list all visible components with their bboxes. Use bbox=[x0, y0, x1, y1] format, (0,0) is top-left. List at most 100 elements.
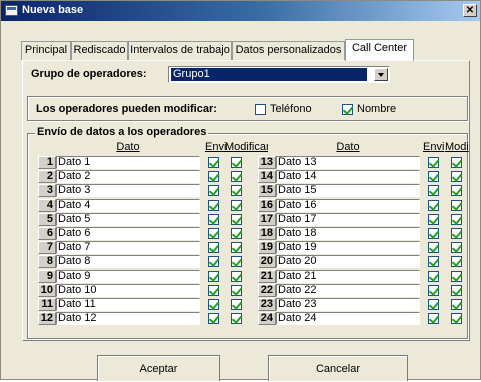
modificar-checkbox[interactable] bbox=[451, 228, 462, 239]
dato-field[interactable]: Dato 5 bbox=[56, 212, 200, 226]
row-number: 2 bbox=[38, 170, 56, 184]
modificar-checkbox[interactable] bbox=[231, 299, 242, 310]
modificar-checkbox[interactable] bbox=[451, 284, 462, 296]
modificar-checkbox[interactable] bbox=[451, 313, 462, 325]
dato-field[interactable]: Dato 20 bbox=[276, 255, 420, 269]
envio-checkbox[interactable] bbox=[208, 171, 219, 183]
dato-field[interactable]: Dato 9 bbox=[56, 269, 200, 283]
dato-field[interactable]: Dato 11 bbox=[56, 298, 200, 311]
tab-intervalos-de-trabajo[interactable]: Intervalos de trabajo bbox=[128, 41, 232, 60]
grupo-select-value: Grupo1 bbox=[171, 68, 367, 81]
tab-principal[interactable]: Principal bbox=[21, 41, 71, 60]
modificar-checkbox[interactable] bbox=[231, 157, 242, 168]
dato-field[interactable]: Dato 15 bbox=[276, 184, 420, 198]
modificar-checkbox[interactable] bbox=[451, 171, 462, 183]
envio-checkbox[interactable] bbox=[428, 299, 439, 310]
chevron-down-icon[interactable] bbox=[374, 68, 388, 81]
envio-checkbox[interactable] bbox=[428, 313, 439, 325]
envio-checkbox[interactable] bbox=[208, 270, 219, 282]
telefono-checkbox[interactable] bbox=[255, 104, 266, 115]
modificar-checkbox[interactable] bbox=[231, 171, 242, 183]
envio-checkbox[interactable] bbox=[428, 157, 439, 168]
nombre-label: Nombre bbox=[357, 103, 397, 115]
envio-checkbox[interactable] bbox=[208, 157, 219, 168]
modificar-checkbox[interactable] bbox=[451, 270, 462, 282]
row-number: 20 bbox=[258, 255, 276, 269]
modificar-checkbox[interactable] bbox=[451, 256, 462, 268]
dato-field[interactable]: Dato 13 bbox=[276, 156, 420, 169]
envio-checkbox[interactable] bbox=[208, 299, 219, 310]
envio-checkbox[interactable] bbox=[208, 256, 219, 268]
modificar-checkbox[interactable] bbox=[231, 313, 242, 325]
dato-field[interactable]: Dato 18 bbox=[276, 227, 420, 240]
dato-field[interactable]: Dato 7 bbox=[56, 241, 200, 255]
nombre-checkbox[interactable] bbox=[342, 104, 353, 115]
aceptar-button[interactable]: Aceptar bbox=[97, 355, 220, 381]
dato-field[interactable]: Dato 21 bbox=[276, 269, 420, 283]
dato-field[interactable]: Dato 4 bbox=[56, 198, 200, 212]
envio-checkbox[interactable] bbox=[428, 171, 439, 183]
row-number: 1 bbox=[38, 156, 56, 169]
close-button[interactable]: ✕ bbox=[463, 4, 477, 17]
tab-datos-personalizados[interactable]: Datos personalizados bbox=[232, 41, 345, 60]
envio-checkbox[interactable] bbox=[428, 284, 439, 296]
envio-checkbox[interactable] bbox=[428, 185, 439, 197]
table-row: 14 Dato 14 bbox=[258, 170, 474, 184]
dato-field[interactable]: Dato 12 bbox=[56, 312, 200, 326]
dato-field[interactable]: Dato 1 bbox=[56, 156, 200, 169]
table-row: 6 Dato 6 bbox=[38, 227, 254, 240]
envio-checkbox[interactable] bbox=[428, 256, 439, 268]
dato-field[interactable]: Dato 10 bbox=[56, 283, 200, 297]
envio-checkbox[interactable] bbox=[428, 199, 439, 211]
tab-rediscado[interactable]: Rediscado bbox=[71, 41, 128, 60]
modificar-checkbox[interactable] bbox=[231, 185, 242, 197]
envio-checkbox[interactable] bbox=[208, 242, 219, 254]
row-number: 23 bbox=[258, 298, 276, 311]
grupo-select[interactable]: Grupo1 bbox=[168, 66, 390, 83]
modificar-checkbox[interactable] bbox=[451, 199, 462, 211]
dato-field[interactable]: Dato 23 bbox=[276, 298, 420, 311]
app-icon bbox=[5, 5, 18, 16]
modificar-checkbox[interactable] bbox=[231, 270, 242, 282]
dato-field[interactable]: Dato 22 bbox=[276, 283, 420, 297]
envio-checkbox[interactable] bbox=[208, 284, 219, 296]
dato-field[interactable]: Dato 16 bbox=[276, 198, 420, 212]
modificar-checkbox[interactable] bbox=[451, 242, 462, 254]
modificar-checkbox[interactable] bbox=[231, 242, 242, 254]
table-row: 12 Dato 12 bbox=[38, 312, 254, 326]
modificar-checkbox[interactable] bbox=[231, 199, 242, 211]
table-row: 8 Dato 8 bbox=[38, 255, 254, 269]
modificar-checkbox[interactable] bbox=[231, 228, 242, 239]
modificar-checkbox[interactable] bbox=[451, 213, 462, 225]
dato-field[interactable]: Dato 19 bbox=[276, 241, 420, 255]
envio-checkbox[interactable] bbox=[428, 270, 439, 282]
cancelar-button[interactable]: Cancelar bbox=[268, 355, 408, 381]
row-number: 15 bbox=[258, 184, 276, 198]
modificar-checkbox[interactable] bbox=[231, 284, 242, 296]
modificar-checkbox[interactable] bbox=[231, 213, 242, 225]
modificar-checkbox[interactable] bbox=[451, 299, 462, 310]
dato-field[interactable]: Dato 24 bbox=[276, 312, 420, 326]
table-row: 17 Dato 17 bbox=[258, 212, 474, 226]
dato-field[interactable]: Dato 8 bbox=[56, 255, 200, 269]
dato-field[interactable]: Dato 17 bbox=[276, 212, 420, 226]
dato-field[interactable]: Dato 14 bbox=[276, 170, 420, 184]
envio-checkbox[interactable] bbox=[428, 213, 439, 225]
row-number: 18 bbox=[258, 227, 276, 240]
modificar-checkbox[interactable] bbox=[231, 256, 242, 268]
modificar-checkbox[interactable] bbox=[451, 157, 462, 168]
envio-checkbox[interactable] bbox=[428, 242, 439, 254]
envio-checkbox[interactable] bbox=[208, 213, 219, 225]
envio-checkbox[interactable] bbox=[208, 228, 219, 239]
tab-call-center[interactable]: Call Center bbox=[345, 39, 414, 61]
dato-field[interactable]: Dato 6 bbox=[56, 227, 200, 240]
envio-checkbox[interactable] bbox=[428, 228, 439, 239]
envio-checkbox[interactable] bbox=[208, 313, 219, 325]
dato-field[interactable]: Dato 2 bbox=[56, 170, 200, 184]
modificar-checkbox[interactable] bbox=[451, 185, 462, 197]
row-number: 13 bbox=[258, 156, 276, 169]
dato-field[interactable]: Dato 3 bbox=[56, 184, 200, 198]
row-number: 10 bbox=[38, 283, 56, 297]
envio-checkbox[interactable] bbox=[208, 185, 219, 197]
envio-checkbox[interactable] bbox=[208, 199, 219, 211]
